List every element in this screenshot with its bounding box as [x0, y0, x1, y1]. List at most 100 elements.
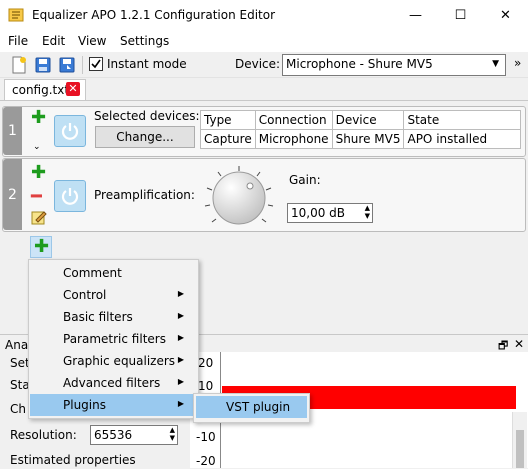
- device-select-value: Microphone - Shure MV5: [286, 57, 433, 71]
- expand-chevron-icon[interactable]: ⌄: [33, 142, 41, 152]
- settings-label: Set: [10, 356, 30, 370]
- instant-mode-checkbox[interactable]: [89, 57, 103, 71]
- change-devices-button[interactable]: Change...: [95, 126, 195, 148]
- gain-value: 10,00 dB: [291, 206, 346, 220]
- close-button[interactable]: ✕: [483, 0, 528, 31]
- menu-item-plugins[interactable]: Plugins ▶: [30, 394, 196, 416]
- table-header-row: Type Connection Device State: [200, 110, 522, 130]
- menu-item-advanced-filters[interactable]: Advanced filters ▶: [30, 372, 196, 394]
- column-header: State: [403, 110, 522, 130]
- y-tick-label: -20: [196, 454, 216, 468]
- minimize-icon: —: [409, 8, 422, 23]
- submenu-arrow-icon: ▶: [177, 377, 184, 386]
- menu-item-graphic-equalizers[interactable]: Graphic equalizers ▶: [30, 350, 196, 372]
- instant-mode-label: Instant mode: [107, 57, 187, 71]
- add-filter-icon[interactable]: ✚: [31, 164, 46, 182]
- close-pane-icon[interactable]: ✕: [514, 337, 524, 351]
- table-row: Capture Microphone Shure MV5 APO install…: [200, 129, 522, 149]
- add-icon: ✚: [34, 236, 50, 257]
- menu-item-label: Graphic equalizers: [63, 354, 176, 368]
- power-toggle-button[interactable]: [54, 115, 86, 147]
- channel-label: Ch: [10, 402, 26, 416]
- toolbar-separator: [82, 56, 83, 74]
- menu-item-label: Parametric filters: [63, 332, 166, 346]
- submenu-arrow-icon: ▶: [177, 355, 184, 364]
- menu-edit[interactable]: Edit: [42, 34, 65, 48]
- y-tick-label: -10: [196, 430, 216, 444]
- dropdown-arrow-icon: ▼: [492, 59, 499, 69]
- open-file-icon[interactable]: [34, 56, 52, 74]
- menu-item-label: Advanced filters: [63, 376, 161, 390]
- menu-item-parametric-filters[interactable]: Parametric filters ▶: [30, 328, 196, 350]
- table-cell: APO installed: [403, 129, 522, 149]
- device-table: Type Connection Device State Capture Mic…: [200, 110, 522, 149]
- gain-spinbox[interactable]: 10,00 dB ▲ ▼: [287, 203, 373, 223]
- y-tick-label: 10: [198, 379, 214, 393]
- add-filter-icon[interactable]: ✚: [31, 109, 46, 127]
- menu-item-vst-plugin[interactable]: VST plugin: [196, 396, 307, 418]
- spin-arrows-icon[interactable]: ▲ ▼: [170, 426, 175, 442]
- y-tick-label: 20: [198, 356, 214, 370]
- maximize-button[interactable]: ☐: [438, 0, 483, 31]
- power-icon: [61, 188, 79, 205]
- maximize-icon: ☐: [454, 8, 467, 23]
- edit-icon[interactable]: [31, 209, 47, 225]
- column-header: Connection: [254, 110, 333, 130]
- table-cell: Shure MV5: [331, 129, 405, 149]
- menu-item-label: Plugins: [63, 398, 106, 412]
- table-cell: Microphone: [254, 129, 333, 149]
- menu-settings[interactable]: Settings: [120, 34, 169, 48]
- power-icon: [61, 123, 79, 140]
- save-file-icon[interactable]: [58, 56, 76, 74]
- submenu-arrow-icon: ▶: [177, 399, 184, 408]
- menu-file[interactable]: File: [8, 34, 28, 48]
- device-select[interactable]: Microphone - Shure MV5 ▼: [282, 54, 506, 76]
- column-header: Type: [200, 110, 256, 130]
- tab-label: config.txt: [12, 83, 70, 97]
- menu-item-label: Control: [63, 288, 107, 302]
- gain-label: Gain:: [289, 173, 321, 187]
- analysis-pane-title: Ana: [5, 338, 29, 352]
- row-number: 2: [3, 159, 22, 230]
- resolution-spinbox[interactable]: 65536 ▲ ▼: [90, 425, 178, 445]
- menu-item-comment[interactable]: Comment: [30, 262, 196, 284]
- estimated-properties-label: Estimated properties: [10, 453, 136, 467]
- close-icon: ✕: [500, 8, 511, 23]
- menu-view[interactable]: View: [78, 34, 106, 48]
- submenu-arrow-icon: ▶: [177, 289, 184, 298]
- new-file-icon[interactable]: [10, 56, 28, 74]
- selected-devices-label: Selected devices:: [94, 109, 200, 123]
- minimize-button[interactable]: —: [393, 0, 438, 31]
- remove-filter-icon[interactable]: ━: [31, 188, 42, 206]
- menu-item-basic-filters[interactable]: Basic filters ▶: [30, 306, 196, 328]
- menu-item-label: VST plugin: [226, 400, 291, 414]
- title-bar: Equalizer APO 1.2.1 Configuration Editor…: [0, 0, 528, 31]
- preamplification-label: Preamplification:: [94, 188, 195, 202]
- graph-scrollbar[interactable]: [512, 412, 527, 468]
- window-title: Equalizer APO 1.2.1 Configuration Editor: [32, 8, 276, 22]
- resolution-value: 65536: [94, 428, 133, 442]
- power-toggle-button[interactable]: [54, 180, 86, 212]
- change-button-label: Change...: [116, 130, 174, 144]
- submenu-arrow-icon: ▶: [177, 333, 184, 342]
- table-cell: Capture: [200, 129, 256, 149]
- submenu-arrow-icon: ▶: [177, 311, 184, 320]
- tab-close-icon[interactable]: ✕: [66, 82, 80, 96]
- resolution-label: Resolution:: [10, 428, 77, 442]
- menu-item-control[interactable]: Control ▶: [30, 284, 196, 306]
- row-number: 1: [3, 107, 22, 155]
- gain-knob[interactable]: [200, 164, 278, 228]
- column-header: Device: [331, 110, 405, 130]
- checkmark-icon: [91, 59, 101, 69]
- plugins-submenu: VST plugin: [193, 393, 310, 423]
- spin-arrows-icon[interactable]: ▲ ▼: [365, 204, 370, 220]
- scrollbar-thumb[interactable]: [516, 430, 524, 468]
- app-icon: [8, 8, 24, 22]
- device-label: Device:: [235, 57, 281, 71]
- state-label: Sta: [10, 378, 30, 392]
- menu-bar: File Edit View Settings: [0, 31, 528, 52]
- add-filter-menu: Comment Control ▶ Basic filters ▶ Parametr…: [28, 259, 199, 419]
- overflow-chevron-icon[interactable]: »: [514, 56, 521, 70]
- menu-item-label: Comment: [63, 266, 122, 280]
- add-filter-button[interactable]: ✚: [30, 236, 52, 258]
